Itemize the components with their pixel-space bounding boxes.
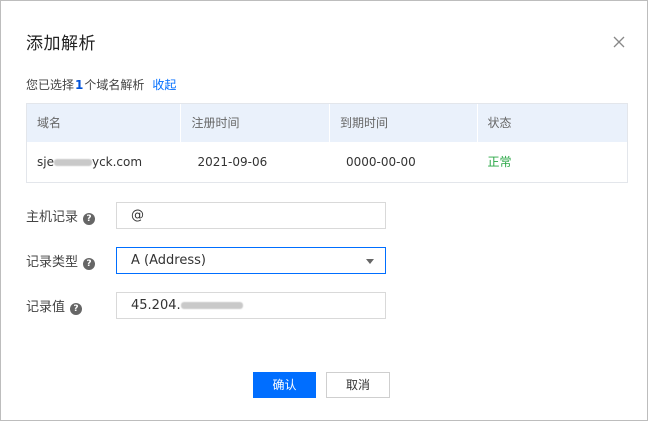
domain-suffix: yck.com <box>91 155 143 169</box>
domain-table: 域名 注册时间 到期时间 状态 sje yck.com 2021-09-06 00… <box>26 103 628 183</box>
help-icon[interactable]: ? <box>83 258 96 270</box>
col-header-status: 状态 <box>487 116 512 130</box>
cell-registered: 2021-09-06 <box>197 155 268 169</box>
cell-expires: 0000-00-00 <box>345 155 416 169</box>
selection-summary: 您已选择1个域名解析 收起 <box>26 76 176 93</box>
cell-domain: sje yck.com <box>27 142 181 182</box>
status-badge: 正常 <box>487 155 512 169</box>
record-type-select[interactable]: A (Address) <box>116 247 386 274</box>
record-value-label-text: 记录值 <box>26 300 66 315</box>
summary-prefix: 您已选择 <box>26 78 75 92</box>
redacted-blur <box>53 159 92 166</box>
table-row: sje yck.com 2021-09-06 0000-00-00 正常 <box>27 142 627 182</box>
host-record-value: @ <box>131 208 144 223</box>
table-header: 域名 注册时间 到期时间 状态 <box>27 104 627 142</box>
record-value-prefix: 45.204. <box>131 298 181 313</box>
confirm-button[interactable]: 确认 <box>253 372 316 398</box>
add-record-dialog: 添加解析 您已选择1个域名解析 收起 域名 注册时间 到期时间 状态 sje yck… <box>0 0 648 421</box>
col-header-expires: 到期时间 <box>330 104 478 142</box>
record-value-input[interactable]: 45.204. <box>116 292 386 319</box>
col-header-registered: 注册时间 <box>181 104 330 142</box>
chevron-down-icon <box>366 259 374 264</box>
help-icon[interactable]: ? <box>70 303 83 315</box>
summary-suffix: 个域名解析 <box>84 78 145 92</box>
record-value-label: 记录值? <box>26 296 83 315</box>
record-type-value: A (Address) <box>131 253 206 268</box>
collapse-link[interactable]: 收起 <box>152 78 176 92</box>
record-type-label: 记录类型? <box>26 251 96 270</box>
help-icon[interactable]: ? <box>83 213 96 225</box>
host-record-label: 主机记录? <box>26 206 96 225</box>
domain-prefix: sje <box>37 155 54 169</box>
selected-count: 1 <box>75 78 84 92</box>
host-record-label-text: 主机记录 <box>26 210 79 225</box>
dialog-title: 添加解析 <box>26 34 96 54</box>
redacted-blur <box>180 302 243 309</box>
col-header-domain: 域名 <box>27 104 182 142</box>
cancel-button[interactable]: 取消 <box>326 372 390 398</box>
host-record-input[interactable]: @ <box>116 202 386 229</box>
record-type-label-text: 记录类型 <box>26 255 79 270</box>
close-icon[interactable] <box>611 34 627 50</box>
